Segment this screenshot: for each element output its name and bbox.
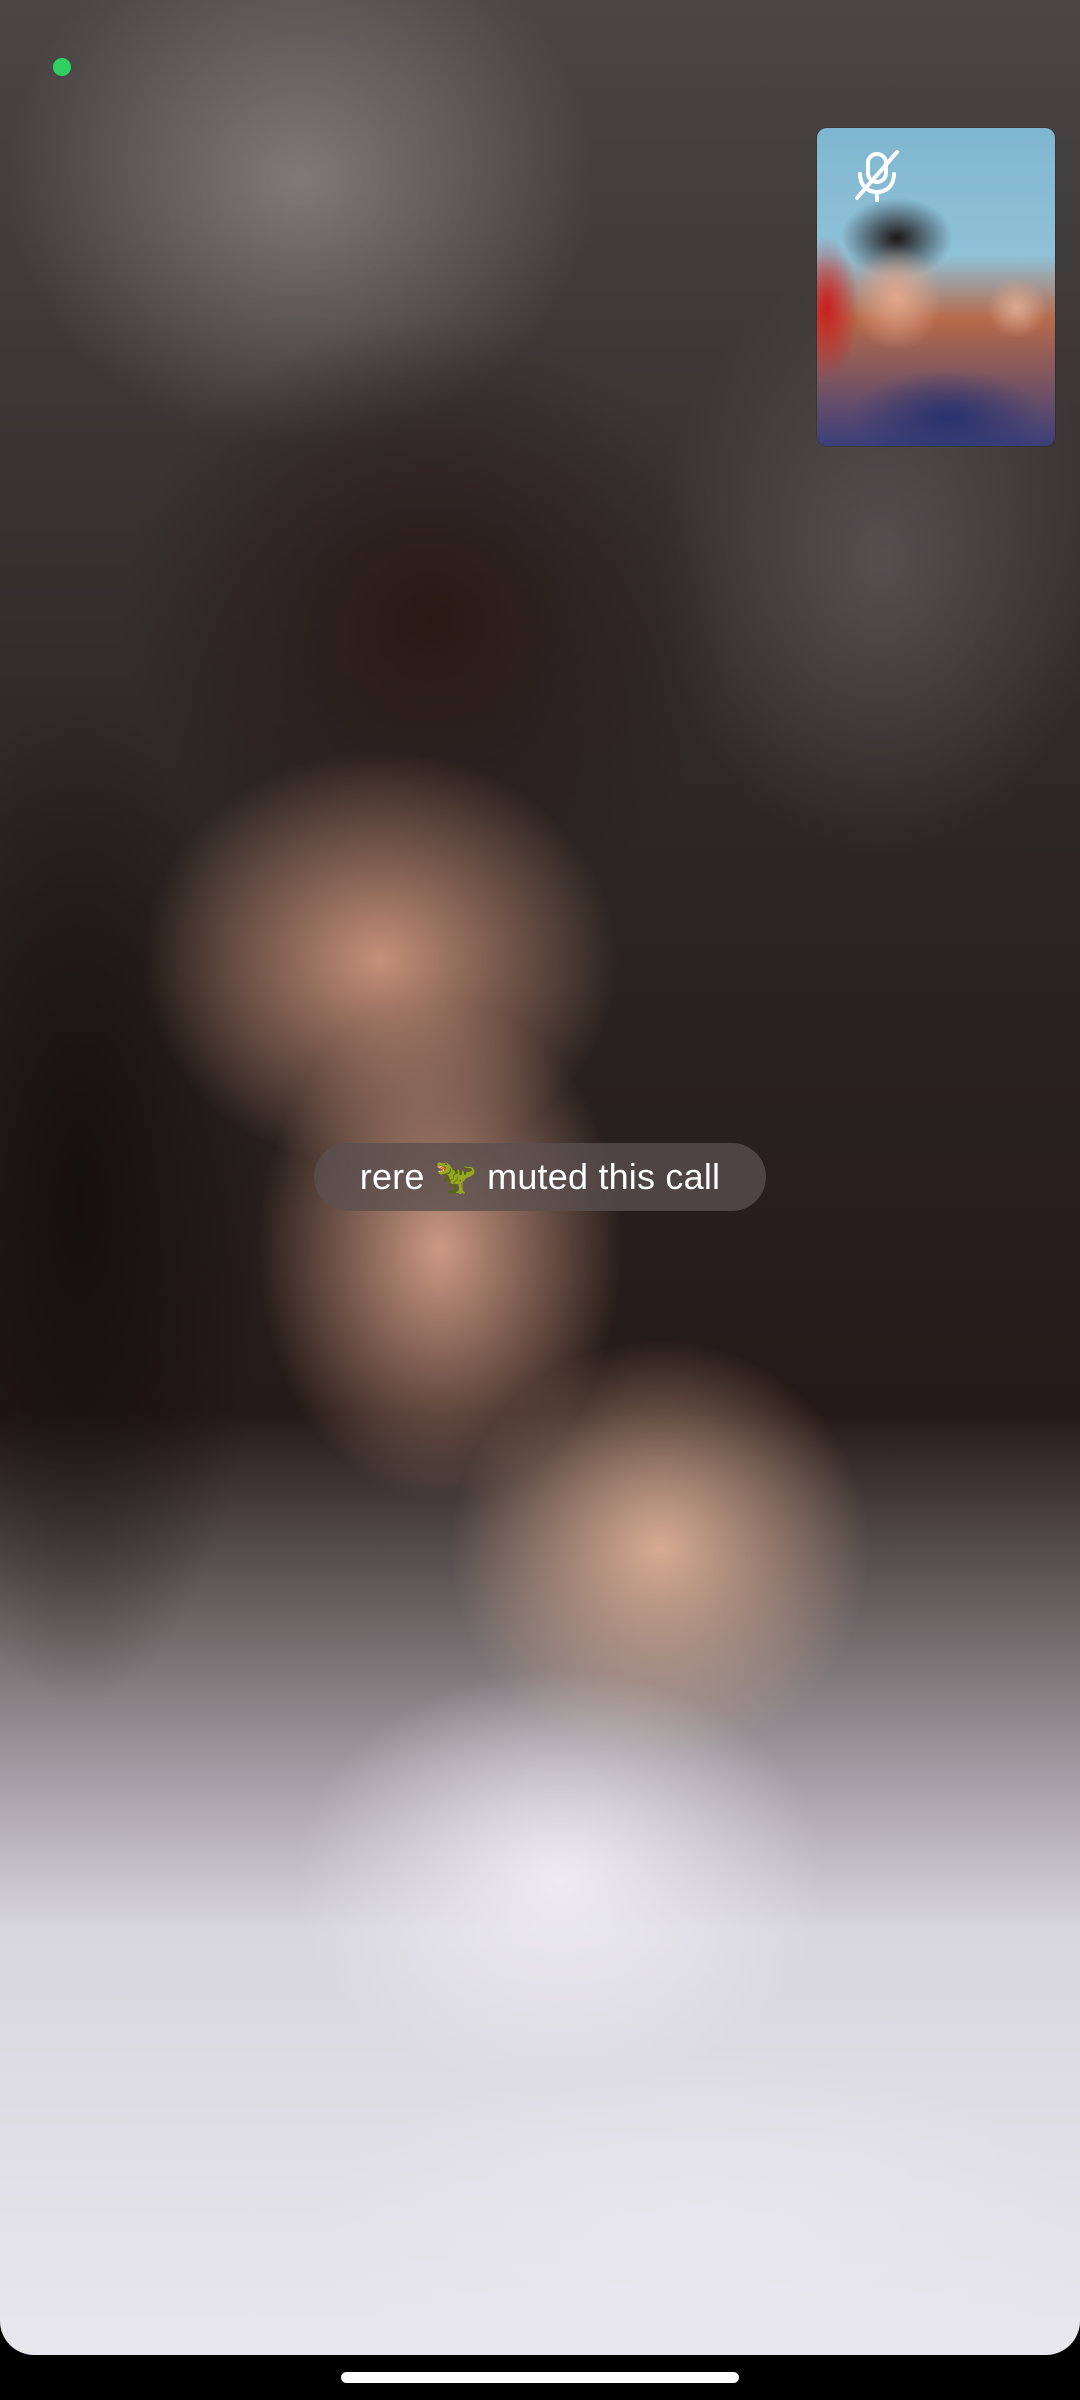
self-view-preview[interactable] xyxy=(817,128,1055,446)
call-status-dot xyxy=(53,58,71,76)
home-indicator[interactable] xyxy=(341,2372,739,2383)
toast-dinosaur-emoji: 🦖 xyxy=(434,1158,478,1196)
mic-off-icon xyxy=(855,150,899,202)
toast-user-name: rere xyxy=(359,1156,425,1197)
video-call-screen: rere 🦖 muted this call xyxy=(0,0,1080,2400)
toast-message: muted this call xyxy=(487,1156,721,1197)
muted-notification-toast: rere 🦖 muted this call xyxy=(314,1143,766,1211)
